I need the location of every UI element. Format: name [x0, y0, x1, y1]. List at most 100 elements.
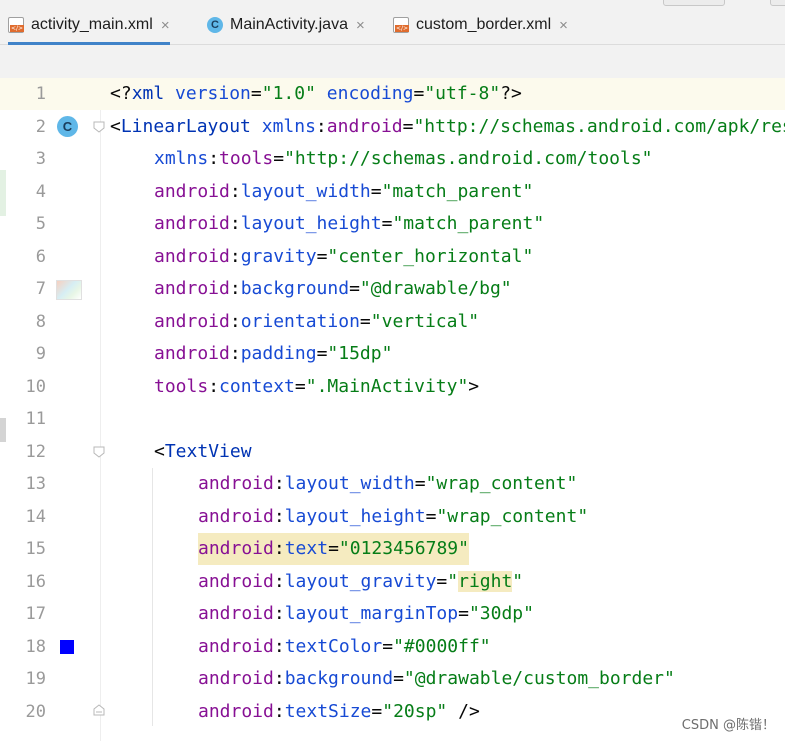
close-tab-icon[interactable]: ×: [161, 17, 170, 34]
code-line-10[interactable]: tools:context=".MainActivity">: [154, 371, 479, 403]
token: android: [154, 343, 230, 364]
code-line-3[interactable]: xmlns:tools="http://schemas.android.com/…: [154, 143, 653, 175]
code-line-16[interactable]: android:layout_gravity="right": [198, 566, 523, 598]
fold-icon[interactable]: [93, 121, 105, 133]
token: ".MainActivity": [305, 376, 469, 397]
token: =: [425, 506, 437, 527]
line-number[interactable]: 18: [0, 631, 46, 663]
token: =: [393, 668, 404, 689]
code-line-6[interactable]: android:gravity="center_horizontal": [154, 241, 533, 273]
code-line-1[interactable]: <?xml version="1.0" encoding="utf-8"?>: [110, 78, 522, 110]
token: layout_width: [284, 473, 415, 494]
token: :: [273, 668, 285, 689]
line-number[interactable]: 12: [0, 436, 46, 468]
code-line-15[interactable]: android:text="0123456789": [198, 533, 469, 565]
token: android: [198, 701, 274, 722]
code-line-5[interactable]: android:layout_height="match_parent": [154, 208, 544, 240]
token: :: [208, 148, 220, 169]
line-number[interactable]: 16: [0, 566, 46, 598]
line-number[interactable]: 6: [0, 241, 46, 273]
token: :: [273, 636, 285, 657]
token: =: [328, 538, 339, 559]
tab-label: MainActivity.java: [230, 16, 348, 33]
token: "vertical": [370, 311, 480, 332]
token: "15dp": [327, 343, 393, 364]
token: android: [154, 181, 230, 202]
line-number[interactable]: 8: [0, 306, 46, 338]
token: =: [382, 636, 394, 657]
line-number[interactable]: 3: [0, 143, 46, 175]
token: "#0000ff": [393, 636, 491, 657]
token: "wrap_content": [436, 506, 589, 527]
class-gutter-icon[interactable]: C: [57, 116, 78, 137]
line-number[interactable]: 20: [0, 696, 46, 728]
token: :: [273, 538, 285, 559]
token: context: [219, 376, 295, 397]
gutter-separator: [100, 78, 101, 741]
code-line-7[interactable]: android:background="@drawable/bg": [154, 273, 512, 305]
code-line-8[interactable]: android:orientation="vertical": [154, 306, 479, 338]
editor-breadcrumb-bar: [0, 45, 785, 78]
token: android: [198, 636, 274, 657]
tab-custom-border-xml[interactable]: custom_border.xml ×: [393, 8, 568, 42]
fold-icon[interactable]: [93, 446, 105, 458]
token: =: [371, 701, 383, 722]
code-line-17[interactable]: android:layout_marginTop="30dp": [198, 598, 534, 630]
line-number[interactable]: 9: [0, 338, 46, 370]
code-line-2[interactable]: <LinearLayout xmlns:android="http://sche…: [110, 111, 785, 143]
token: =: [436, 571, 448, 592]
line-number[interactable]: 7: [0, 273, 46, 305]
line-number[interactable]: 1: [0, 78, 46, 110]
code-line-12[interactable]: <TextView: [154, 436, 252, 468]
token: orientation: [240, 311, 360, 332]
tab-activity-main-xml[interactable]: activity_main.xml ×: [8, 8, 170, 45]
color-swatch-icon[interactable]: [60, 640, 74, 654]
tab-label: custom_border.xml: [416, 16, 552, 33]
drawable-preview-icon[interactable]: [56, 280, 82, 300]
line-number[interactable]: 5: [0, 208, 46, 240]
toolbar-control[interactable]: [663, 0, 725, 6]
toolbar-control[interactable]: [770, 0, 785, 6]
code-line-20[interactable]: android:textSize="20sp" />: [198, 696, 480, 728]
token: layout_marginTop: [284, 603, 459, 624]
token: android: [154, 311, 230, 332]
code-line-4[interactable]: android:layout_width="match_parent": [154, 176, 533, 208]
code-line-9[interactable]: android:padding="15dp": [154, 338, 392, 370]
tab-label: activity_main.xml: [31, 16, 153, 33]
token: tools: [154, 376, 209, 397]
line-number[interactable]: 14: [0, 501, 46, 533]
token: =: [273, 148, 285, 169]
line-number[interactable]: 19: [0, 663, 46, 695]
tab-mainactivity-java[interactable]: C MainActivity.java ×: [207, 8, 365, 42]
line-number[interactable]: 17: [0, 598, 46, 630]
line-number[interactable]: 11: [0, 403, 46, 435]
line-number[interactable]: 10: [0, 371, 46, 403]
code-line-14[interactable]: android:layout_height="wrap_content": [198, 501, 588, 533]
token: =: [294, 376, 306, 397]
token: text: [284, 538, 329, 559]
token: tools: [219, 148, 274, 169]
line-number[interactable]: 4: [0, 176, 46, 208]
token: textColor: [284, 636, 383, 657]
xml-file-icon: [8, 17, 25, 33]
token: "30dp": [468, 603, 534, 624]
fold-end-icon[interactable]: [93, 704, 105, 716]
line-number[interactable]: 15: [0, 533, 46, 565]
token: :: [229, 213, 241, 234]
line-number[interactable]: 13: [0, 468, 46, 500]
code-line-18[interactable]: android:textColor="#0000ff": [198, 631, 491, 663]
code-line-13[interactable]: android:layout_width="wrap_content": [198, 468, 577, 500]
token: padding: [240, 343, 317, 364]
token: textSize: [284, 701, 372, 722]
token: =: [316, 246, 328, 267]
close-tab-icon[interactable]: ×: [559, 17, 568, 34]
token: encoding: [315, 83, 414, 104]
close-tab-icon[interactable]: ×: [356, 17, 365, 34]
line-number[interactable]: 2: [0, 111, 46, 143]
token: =: [381, 213, 393, 234]
token: background: [284, 668, 394, 689]
token: <: [154, 441, 165, 462]
token: "utf-8": [424, 83, 501, 104]
code-line-19[interactable]: android:background="@drawable/custom_bor…: [198, 663, 675, 695]
token: ": [447, 571, 459, 592]
